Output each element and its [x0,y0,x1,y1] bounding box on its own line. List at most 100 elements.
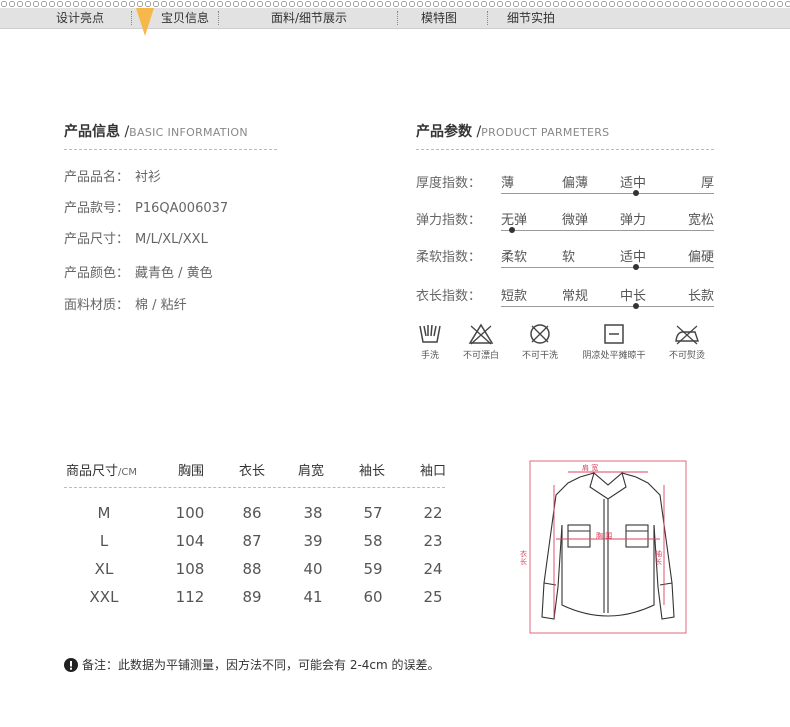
divider [64,487,445,488]
care-label: 不可干洗 [521,351,558,361]
size-table-cell: 87 [242,532,262,550]
nav-separator [397,11,398,25]
note-row: 备注：此数据为平铺测量，因方法不同，可能会有 2-4cm 的误差。 [64,656,440,673]
param-option: 软 [562,250,576,265]
size-table-cell: 25 [423,588,443,606]
size-table-cell: 89 [242,588,262,606]
active-nav-arrow-icon [136,8,154,36]
size-table-cell: 108 [175,560,205,578]
size-table-cell: 100 [175,504,205,522]
dry-flat-shade-icon [604,324,624,344]
param-label: 衣长指数： [416,289,482,304]
size-table-header-cuff: 袖口 [420,464,447,479]
shirt-measure-diagram [529,460,687,634]
nav-item-model[interactable]: 模特图 [421,8,457,28]
size-table-cell: 88 [242,560,262,578]
info-row-size: 产品尺寸： M/L/XL/XXL [64,232,208,247]
care-item: 手洗 [412,322,448,361]
nav-separator [131,11,132,25]
param-indicator-dot [633,190,639,196]
info-row-color: 产品颜色： 藏青色 / 黄色 [64,266,213,281]
nav-bar: 设计亮点 宝贝信息 面料/细节展示 模特图 细节实拍 [0,8,790,29]
nav-separator [218,11,219,25]
size-table-cell: 57 [363,504,383,522]
care-item: 不可熨烫 [664,322,710,361]
param-option: 偏硬 [687,250,714,265]
param-scale-line [501,230,714,231]
size-table-cell: 41 [303,588,323,606]
alert-icon [64,657,78,672]
size-table-cell: XL [94,560,114,578]
param-option: 常规 [562,289,589,304]
size-table-cell: 39 [303,532,323,550]
decorative-chain-border [0,0,790,8]
param-option: 柔软 [501,250,528,265]
size-table-header-shoulder: 肩宽 [298,464,325,479]
size-table-cell: 58 [363,532,383,550]
param-indicator-dot [633,264,639,270]
nav-item-fabric-detail[interactable]: 面料/细节展示 [271,8,347,28]
no-iron-icon [675,325,699,345]
nav-item-product-info[interactable]: 宝贝信息 [161,8,209,28]
divider [416,149,714,150]
param-option: 中长 [620,289,647,304]
param-option: 无弹 [501,213,528,228]
param-label: 柔软指数： [416,250,482,265]
chest-label: 胸 围 [596,532,613,540]
size-table-cell: L [99,532,109,550]
param-option: 宽松 [687,213,714,228]
param-indicator-dot [509,227,515,233]
size-table-header-length: 衣长 [239,464,266,479]
product-params-heading: 产品参数 /PRODUCT PARMETERS [416,124,610,140]
param-option: 适中 [620,176,647,191]
divider [64,149,277,150]
info-row-name: 产品品名： 衬衫 [64,170,162,185]
size-table-cell: 23 [423,532,443,550]
care-label: 手洗 [420,351,439,361]
care-label: 不可熨烫 [668,351,705,361]
size-table-header-chest: 胸围 [178,464,205,479]
param-option: 长款 [687,289,714,304]
param-scale-line [501,267,714,268]
param-option: 适中 [620,250,647,265]
param-scale-line [501,306,714,307]
nav-separator [487,11,488,25]
size-table-cell: XXL [89,588,119,606]
param-scale-line [501,193,714,194]
param-option: 弹力 [620,213,647,228]
care-item: 不可干洗 [516,322,564,361]
length-label: 衣 长 [520,550,527,566]
size-table-cell: 22 [423,504,443,522]
product-info-heading: 产品信息 /BASIC INFORMATION [64,124,248,140]
shoulder-label: 肩 宽 [582,464,599,472]
care-item: 阴凉处平摊晾干 [575,322,653,361]
param-option: 短款 [501,289,528,304]
size-table-cell: 59 [363,560,383,578]
hand-wash-icon [419,324,441,343]
care-label: 不可漂白 [462,351,499,361]
nav-item-detail-photos[interactable]: 细节实拍 [507,8,555,28]
param-option: 微弹 [562,213,589,228]
size-table-cell: 112 [175,588,205,606]
size-table-cell: 38 [303,504,323,522]
size-table-header-sleeve: 袖长 [359,464,386,479]
shirt-outline-icon [541,472,675,620]
info-row-material: 面料材质：棉 / 粘纤 [64,298,187,313]
size-table-cell: 24 [423,560,443,578]
size-table-cell: 86 [242,504,262,522]
info-row-style-no: 产品款号： P16QA006037 [64,201,229,216]
size-table-cell: 40 [303,560,323,578]
param-label: 厚度指数： [416,176,482,191]
sleeve-label: 袖 长 [655,550,662,566]
param-option: 偏薄 [562,176,589,191]
no-bleach-icon [468,323,494,345]
param-option: 薄 [501,176,515,191]
param-option: 厚 [700,176,714,191]
size-table-cell: 104 [175,532,205,550]
param-indicator-dot [633,303,639,309]
param-label: 弹力指数： [416,213,482,228]
size-table-header-size: 商品尺寸/CM [66,464,137,479]
nav-item-design[interactable]: 设计亮点 [56,8,104,28]
care-item: 不可漂白 [459,322,503,361]
size-table-cell: 60 [363,588,383,606]
